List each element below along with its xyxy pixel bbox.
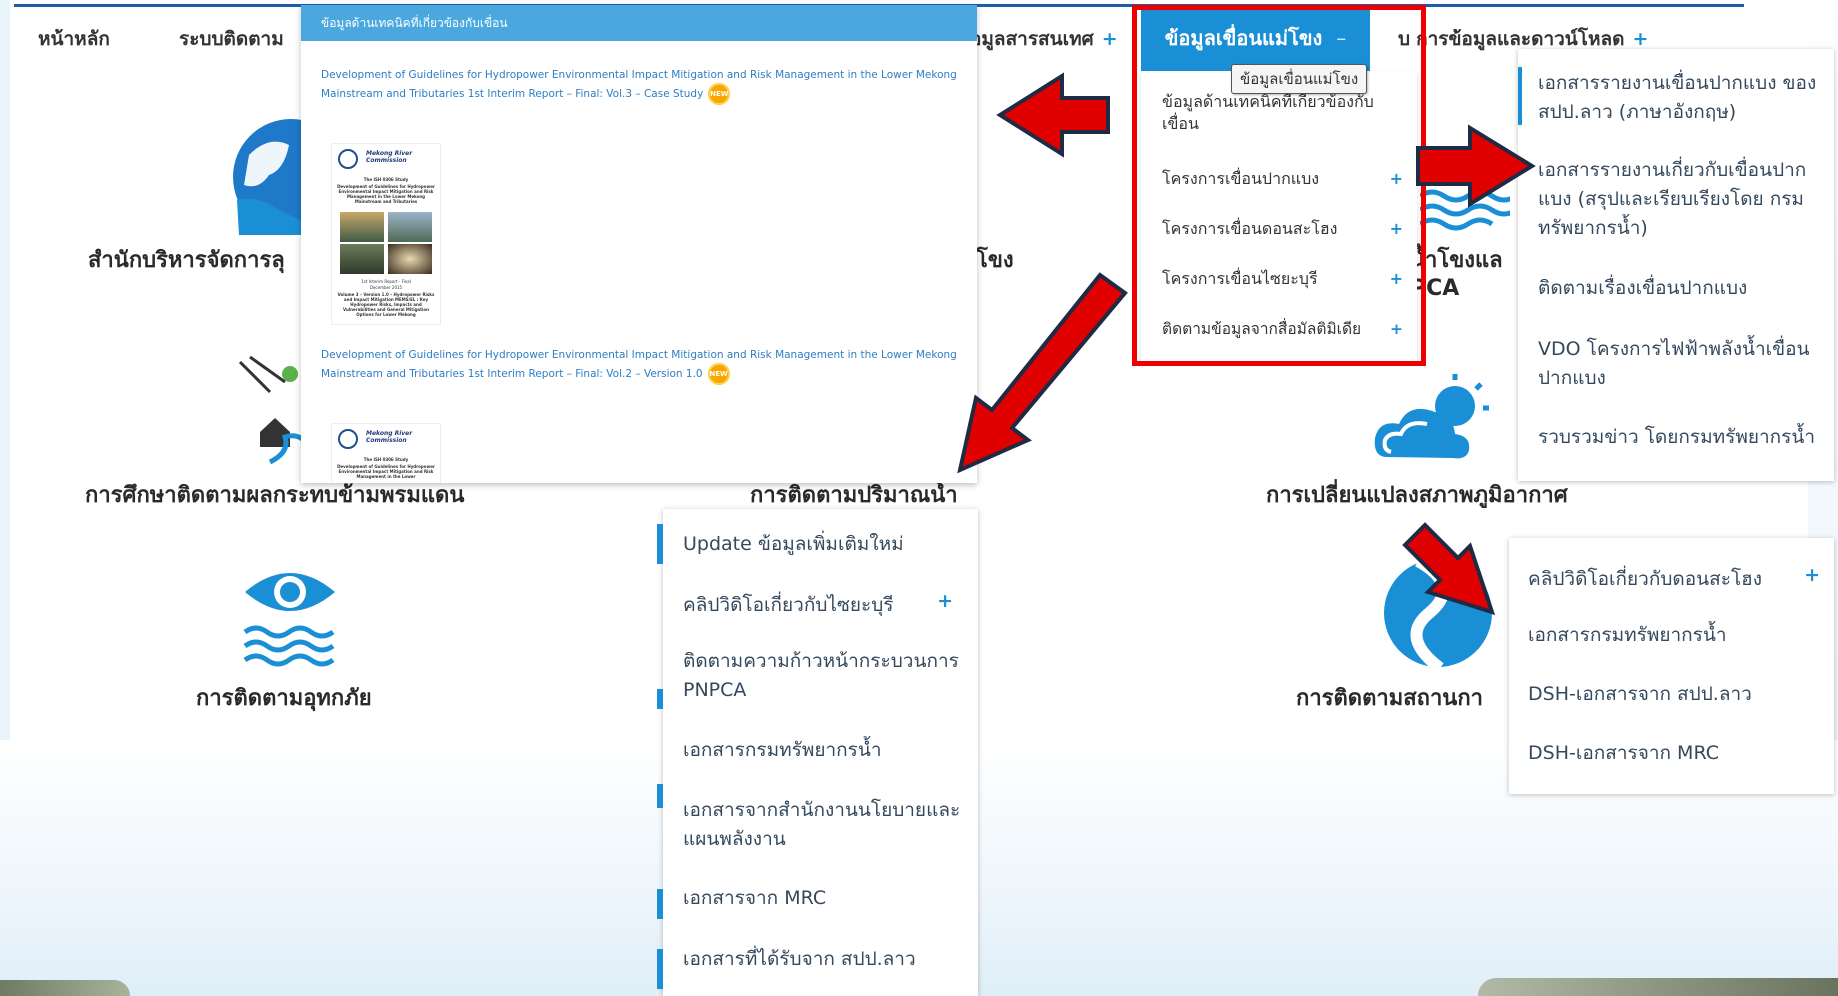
arrow-left-icon — [996, 72, 1110, 158]
screenshot-frame: หน้าหลัก ระบบติดตาม อมูลสารสนเทศ + ข้อมูล… — [0, 0, 1838, 996]
annotation-arrows — [957, 72, 1536, 616]
arrow-down-right-icon — [1402, 522, 1496, 616]
arrow-down-left-icon — [957, 272, 1128, 474]
arrow-right-icon — [1416, 124, 1536, 208]
